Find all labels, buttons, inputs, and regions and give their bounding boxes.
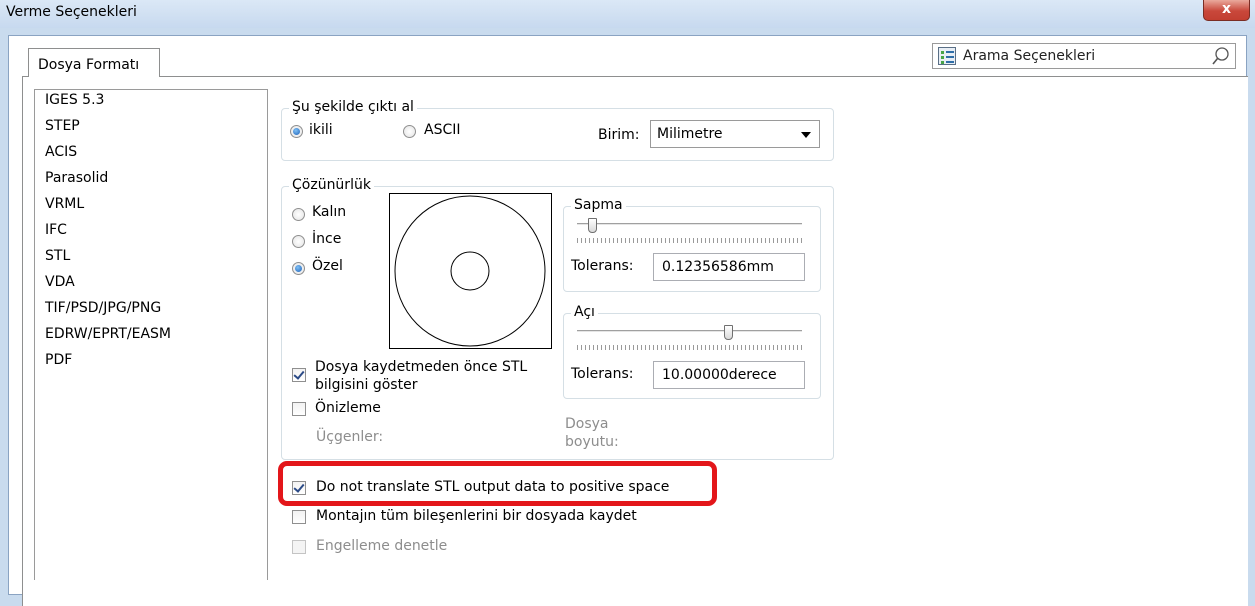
tab-dosya-formati[interactable]: Dosya Formatı xyxy=(28,48,160,77)
custom-label: Özel xyxy=(312,258,343,274)
format-item-parasolid[interactable]: Parasolid xyxy=(45,170,108,186)
chevron-down-icon xyxy=(801,132,811,138)
deviation-tolerance-value: 0.12356586mm xyxy=(662,259,774,275)
coarse-radio[interactable] xyxy=(292,208,305,221)
binary-label: ikili xyxy=(309,122,333,138)
unit-label: Birim: xyxy=(598,127,640,143)
format-list[interactable]: IGES 5.3 STEP ACIS Parasolid VRML IFC ST… xyxy=(34,89,268,580)
angle-slider-thumb[interactable] xyxy=(723,325,733,340)
options-list-icon xyxy=(938,47,956,65)
binary-radio[interactable] xyxy=(290,125,303,138)
preview-label: Önizleme xyxy=(315,400,381,416)
angle-slider-track[interactable] xyxy=(577,330,802,333)
unit-value: Milimetre xyxy=(657,126,723,142)
title-bar: Verme Seçenekleri x xyxy=(0,0,1255,28)
show-info-checkbox[interactable] xyxy=(292,368,306,382)
format-item-iges[interactable]: IGES 5.3 xyxy=(45,92,104,108)
resolution-preview xyxy=(389,193,552,349)
format-item-vrml[interactable]: VRML xyxy=(45,196,84,212)
fine-radio[interactable] xyxy=(292,235,305,248)
format-item-vda[interactable]: VDA xyxy=(45,274,75,290)
file-size-label-line1: Dosya xyxy=(565,416,609,432)
deviation-legend: Sapma xyxy=(571,197,626,213)
resolution-legend: Çözünürlük xyxy=(289,177,374,193)
tab-label: Dosya Formatı xyxy=(38,57,140,73)
format-item-pdf[interactable]: PDF xyxy=(45,352,72,368)
unit-select[interactable]: Milimetre xyxy=(650,120,820,148)
output-legend: Şu şekilde çıktı al xyxy=(289,99,417,115)
preview-circles-icon xyxy=(394,195,546,347)
angle-tolerance-field[interactable]: 10.00000derece xyxy=(653,361,805,389)
save-all-components-label: Montajın tüm bileşenlerini bir dosyada k… xyxy=(316,508,637,524)
save-all-components-checkbox[interactable] xyxy=(292,510,306,524)
interference-checkbox[interactable] xyxy=(292,540,306,554)
search-icon[interactable] xyxy=(1211,46,1231,66)
deviation-slider-thumb[interactable] xyxy=(587,218,597,233)
preview-checkbox[interactable] xyxy=(292,402,306,416)
triangles-label: Üçgenler: xyxy=(316,429,384,445)
deviation-tolerance-label: Tolerans: xyxy=(571,258,634,274)
format-item-stl[interactable]: STL xyxy=(45,248,70,264)
angle-legend: Açı xyxy=(571,304,598,320)
custom-radio[interactable] xyxy=(292,262,305,275)
interference-label: Engelleme denetle xyxy=(316,538,448,554)
ascii-label: ASCII xyxy=(424,122,461,138)
format-item-step[interactable]: STEP xyxy=(45,118,80,134)
deviation-slider-track[interactable] xyxy=(577,223,802,226)
format-item-edrw[interactable]: EDRW/EPRT/EASM xyxy=(45,326,171,342)
deviation-slider-ticks xyxy=(577,238,802,243)
format-item-acis[interactable]: ACIS xyxy=(45,144,77,160)
angle-tolerance-label: Tolerans: xyxy=(571,366,634,382)
close-button[interactable]: x xyxy=(1203,0,1250,21)
format-item-ifc[interactable]: IFC xyxy=(45,222,67,238)
file-size-label-line2: boyutu: xyxy=(565,434,619,450)
highlight-box xyxy=(278,461,717,506)
show-info-label-line1: Dosya kaydetmeden önce STL xyxy=(315,359,528,375)
coarse-label: Kalın xyxy=(312,204,347,220)
window-title: Verme Seçenekleri xyxy=(6,4,137,20)
search-placeholder: Arama Seçenekleri xyxy=(963,48,1096,64)
format-item-tif[interactable]: TIF/PSD/JPG/PNG xyxy=(45,300,161,316)
show-info-label-line2: bilgisini göster xyxy=(315,377,418,393)
fine-label: İnce xyxy=(312,231,342,247)
ascii-radio[interactable] xyxy=(403,125,416,138)
search-input[interactable]: Arama Seçenekleri xyxy=(932,43,1236,69)
angle-slider-ticks xyxy=(577,345,802,350)
angle-tolerance-value: 10.00000derece xyxy=(662,367,777,383)
deviation-tolerance-field[interactable]: 0.12356586mm xyxy=(653,253,805,281)
